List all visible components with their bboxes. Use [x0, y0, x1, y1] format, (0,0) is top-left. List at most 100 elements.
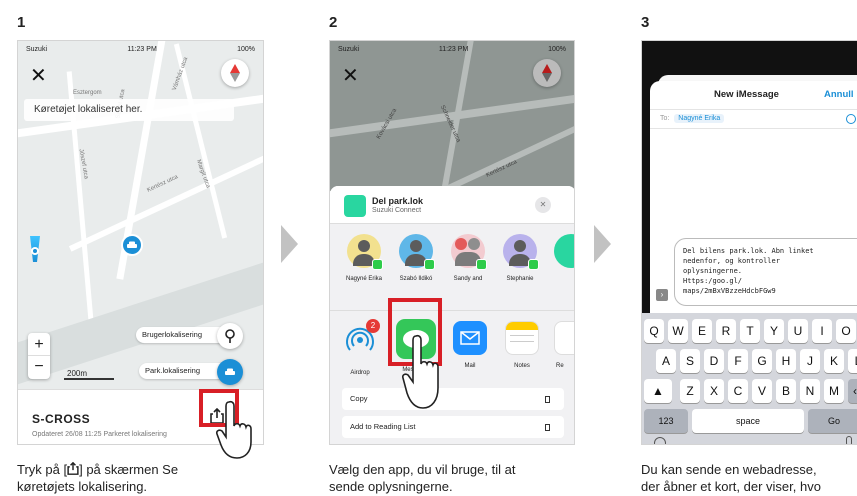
key[interactable]: M	[824, 379, 844, 403]
zoom-out-button[interactable]: −	[28, 356, 50, 379]
app-item-notes[interactable]: Notes	[502, 321, 542, 369]
avatar	[554, 234, 574, 268]
caption-text: køretøjets lokalisering.	[17, 479, 148, 494]
user-location-marker	[31, 247, 39, 255]
close-icon[interactable]: ✕	[342, 63, 359, 88]
street-label: Kertész utca	[146, 174, 180, 194]
key[interactable]: W	[668, 319, 688, 343]
message-line: Del bilens park.lok. Abn linket	[683, 247, 814, 255]
shift-key-icon[interactable]: ▲	[644, 379, 672, 403]
key[interactable]: V	[752, 379, 772, 403]
app-label: Airdrop	[350, 370, 370, 376]
expand-button[interactable]: ›	[656, 289, 668, 301]
street-label: Esztergom	[73, 90, 102, 96]
mail-icon	[453, 321, 487, 355]
zoom-controls: + −	[28, 333, 50, 379]
contact-item[interactable]	[554, 234, 574, 268]
contact-item[interactable]: Stephanie	[500, 234, 540, 282]
keyboard: Q W E R T Y U I O A S D F G H J K L	[642, 313, 857, 444]
key[interactable]: C	[728, 379, 748, 403]
status-bar: Suzuki 11:23 PM 100%	[18, 41, 263, 57]
compass-icon[interactable]	[533, 59, 561, 87]
space-key[interactable]: space	[692, 409, 804, 433]
message-input[interactable]: Del bilens park.lok. Abn linket nedenfor…	[674, 238, 857, 306]
backspace-key-icon[interactable]: ‹	[848, 379, 857, 403]
key[interactable]: T	[740, 319, 760, 343]
keyboard-row-3: ▲ Z X C V B N M ‹	[642, 379, 857, 403]
share-header: Del park.lok Suzuki Connect ✕	[330, 186, 574, 224]
to-label: To:	[660, 115, 670, 122]
message-line: Https:/goo.gl/	[683, 277, 743, 285]
recipient-chip[interactable]: Nagyné Erika	[674, 114, 725, 123]
key[interactable]: A	[656, 349, 676, 373]
numbers-key[interactable]: 123	[644, 409, 688, 433]
contact-item[interactable]: Nagyné Erika	[344, 234, 384, 282]
park-location-label: Park.lokalisering	[145, 366, 201, 375]
keyboard-row-1: Q W E R T Y U I O	[642, 319, 857, 343]
sheet-title: New iMessage	[714, 89, 779, 100]
app-item-reminders[interactable]: Re	[554, 321, 574, 369]
close-icon[interactable]: ✕	[30, 63, 47, 88]
key[interactable]: J	[800, 349, 820, 373]
park-car-icon[interactable]	[217, 359, 243, 385]
key[interactable]: F	[728, 349, 748, 373]
notes-icon	[505, 321, 539, 355]
compass-icon[interactable]	[221, 59, 249, 87]
key[interactable]: K	[824, 349, 844, 373]
add-contact-icon[interactable]	[846, 114, 856, 124]
key[interactable]: E	[692, 319, 712, 343]
keyboard-row-2: A S D F G H J K L	[642, 349, 857, 373]
emoji-icon[interactable]	[654, 437, 666, 444]
key[interactable]: G	[752, 349, 772, 373]
key[interactable]: L	[848, 349, 857, 373]
clock: 11:23 PM	[127, 46, 157, 53]
key[interactable]: Q	[644, 319, 664, 343]
avatar	[451, 234, 487, 270]
zoom-in-button[interactable]: +	[28, 333, 50, 356]
go-key[interactable]: Go	[808, 409, 857, 433]
reminders-icon	[554, 321, 574, 355]
caption-text: Vælg den app, du vil bruge, til at	[329, 462, 516, 477]
carrier-label: Suzuki	[26, 46, 48, 53]
key[interactable]: U	[788, 319, 808, 343]
caption-text: der åbner et kort, der viser, hvo	[641, 479, 821, 494]
contact-name: Sandy and	[453, 276, 483, 282]
key[interactable]: I	[812, 319, 832, 343]
car-location-pin[interactable]	[121, 234, 143, 256]
contacts-row: Nagyné Erika Szabó Ildikó Sandy and Step…	[330, 234, 574, 304]
contact-item[interactable]: Sandy and	[448, 234, 488, 282]
banner-text: Køretøjet lokaliseret her.	[34, 104, 143, 115]
app-item-mail[interactable]: Mail	[450, 321, 490, 369]
key[interactable]: S	[680, 349, 700, 373]
key[interactable]: D	[704, 349, 724, 373]
next-arrow-icon	[594, 225, 611, 263]
keyboard-row-4: 123 space Go	[642, 409, 857, 433]
user-pin-icon[interactable]	[217, 323, 243, 349]
caption-text: Du kan sende en webadresse,	[641, 462, 817, 477]
contact-item[interactable]: Szabó Ildikó	[396, 234, 436, 282]
cancel-button[interactable]: Annull	[824, 89, 854, 100]
avatar	[347, 234, 383, 270]
step-number-2: 2	[329, 14, 338, 31]
key[interactable]: Z	[680, 379, 700, 403]
key[interactable]: Y	[764, 319, 784, 343]
key[interactable]: B	[776, 379, 796, 403]
step-2-caption: Vælg den app, du vil bruge, til at sende…	[329, 461, 579, 495]
action-label: Add to Reading List	[350, 422, 416, 431]
microphone-icon[interactable]	[846, 436, 852, 444]
map-scale: 200m	[64, 369, 114, 380]
key[interactable]: H	[776, 349, 796, 373]
action-reading-list[interactable]: Add to Reading List	[342, 416, 564, 438]
close-sheet-button[interactable]: ✕	[535, 197, 551, 213]
step-number-1: 1	[17, 14, 26, 31]
app-item-airdrop[interactable]: 2 Airdrop	[340, 319, 380, 376]
location-banner: Køretøjet lokaliseret her.	[24, 99, 234, 121]
key[interactable]: N	[800, 379, 820, 403]
key[interactable]: X	[704, 379, 724, 403]
avatar	[503, 234, 539, 270]
key[interactable]: R	[716, 319, 736, 343]
phone-screen-1: Esztergom Kertész utca Margit utca Vámhá…	[17, 40, 264, 445]
key[interactable]: O	[836, 319, 856, 343]
share-subtitle: Suzuki Connect	[372, 207, 422, 214]
contact-name: Szabó Ildikó	[399, 276, 433, 282]
